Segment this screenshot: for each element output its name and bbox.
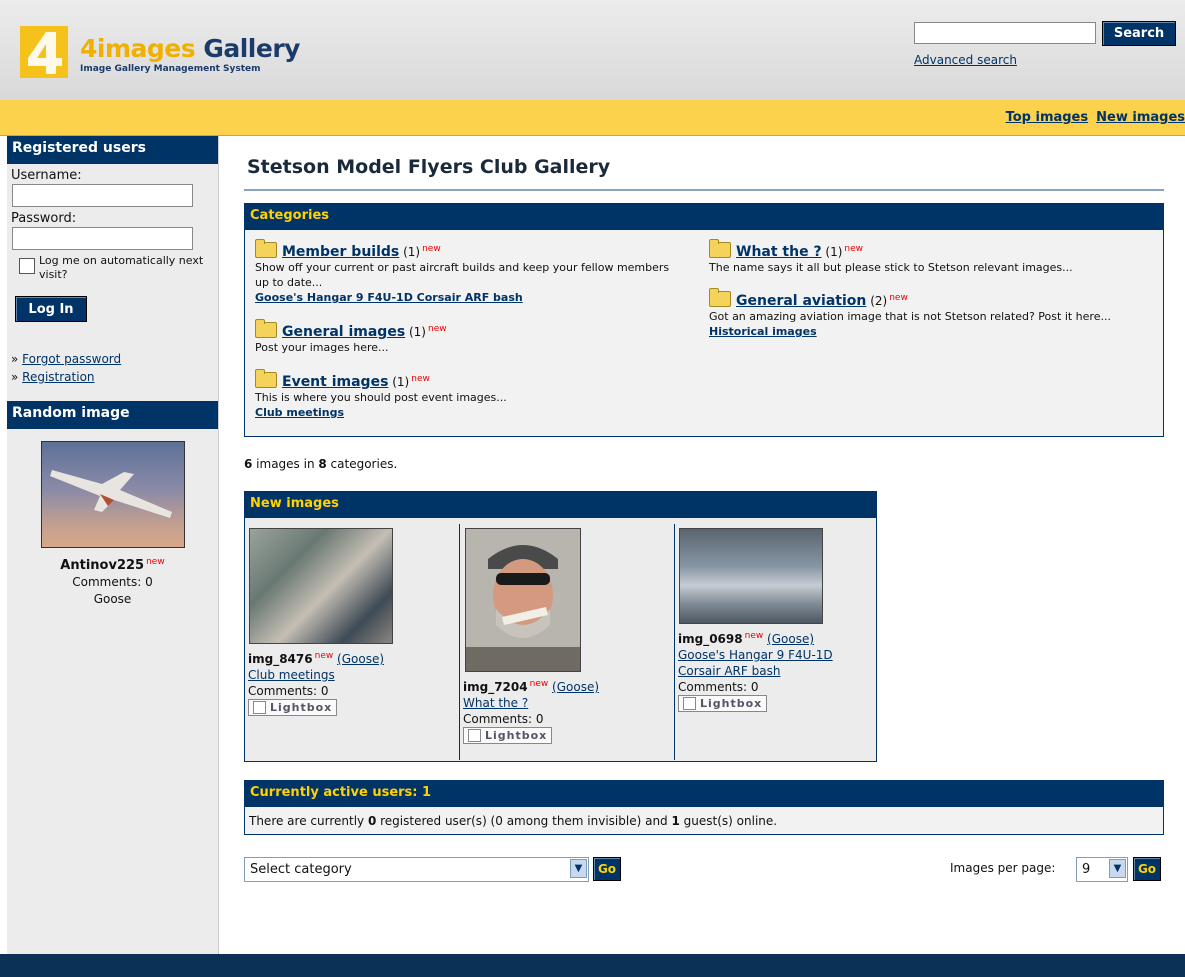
top-links: Top images New images — [998, 110, 1185, 125]
image-thumbnail[interactable] — [249, 528, 393, 644]
checkbox-icon — [253, 701, 266, 714]
categories-heading: Categories — [245, 204, 1163, 230]
footer-bar — [0, 954, 1185, 977]
image-user-link[interactable]: (Goose) — [767, 632, 814, 646]
image-thumbnail[interactable] — [465, 528, 581, 672]
per-page-select[interactable]: 9 ▼ — [1076, 857, 1128, 882]
category-go-button[interactable]: Go — [593, 857, 621, 881]
category-member-builds: Member builds (1) new Show off your curre… — [255, 239, 670, 304]
category-link[interactable]: Event images — [282, 374, 388, 390]
folder-icon — [255, 319, 277, 338]
folder-icon — [255, 239, 277, 258]
random-image-thumbnail[interactable] — [40, 441, 185, 548]
advanced-search-link[interactable]: Advanced search — [914, 53, 1017, 67]
category-link[interactable]: Member builds — [282, 244, 399, 260]
image-category-link-continued[interactable]: Corsair ARF bash — [678, 664, 780, 678]
page-title: Stetson Model Flyers Club Gallery — [247, 156, 611, 178]
image-category-link[interactable]: Goose's Hangar 9 F4U-1D — [678, 648, 833, 662]
image-cell: img_8476 new (Goose) Club meetings Commen… — [245, 524, 460, 760]
subcategory-link[interactable]: Historical images — [709, 325, 817, 338]
checkbox-icon — [468, 729, 481, 742]
image-thumbnail[interactable] — [679, 528, 823, 624]
registered-users-heading: Registered users — [7, 136, 218, 164]
remember-checkbox[interactable] — [19, 258, 35, 274]
username-field[interactable] — [12, 184, 193, 207]
new-badge: new — [146, 557, 165, 567]
logo-subtitle: Image Gallery Management System — [80, 64, 261, 74]
stats-line: 6 images in 8 categories. — [244, 457, 398, 471]
random-image-heading: Random image — [7, 401, 218, 429]
folder-icon — [709, 239, 731, 258]
forgot-password-link[interactable]: Forgot password — [22, 352, 121, 366]
top-images-link[interactable]: Top images — [1006, 110, 1089, 125]
lightbox-button[interactable]: Lightbox — [248, 699, 338, 716]
category-event-images: Event images (1) new This is where you sh… — [255, 369, 507, 419]
image-comments: Comments: 0 — [248, 684, 329, 698]
category-general-aviation: General aviation (2) new Got an amazing a… — [709, 288, 1111, 338]
subcategory-link[interactable]: Club meetings — [255, 406, 344, 419]
lightbox-button[interactable]: Lightbox — [463, 727, 553, 744]
airplane-icon — [49, 470, 172, 518]
active-users-text: There are currently 0 registered user(s)… — [249, 814, 778, 828]
username-label: Username: — [11, 168, 82, 183]
folder-icon — [255, 369, 277, 388]
image-cell: img_7204 new (Goose) What the ? Comments:… — [460, 524, 675, 760]
image-comments: Comments: 0 — [463, 712, 544, 726]
subcategory-link[interactable]: Goose's Hangar 9 F4U-1D Corsair ARF bash — [255, 291, 523, 304]
categories-panel: Categories Member builds (1) new Show off… — [244, 203, 1164, 437]
password-field[interactable] — [12, 227, 193, 250]
per-page-label: Images per page: — [950, 861, 1056, 875]
image-title[interactable]: img_8476 — [248, 652, 313, 666]
login-button[interactable]: Log In — [15, 296, 87, 322]
new-images-heading: New images — [245, 492, 876, 518]
image-cell: img_0698 new (Goose) Goose's Hangar 9 F4U… — [675, 524, 876, 760]
registration-link[interactable]: Registration — [22, 370, 94, 384]
lightbox-button[interactable]: Lightbox — [678, 695, 768, 712]
random-image-name[interactable]: Antinov225 — [60, 558, 144, 573]
image-comments: Comments: 0 — [678, 680, 759, 694]
per-page-go-button[interactable]: Go — [1133, 857, 1161, 881]
image-category-link[interactable]: Club meetings — [248, 668, 335, 682]
image-title[interactable]: img_7204 — [463, 680, 528, 694]
random-image-comments: Comments: 0 — [72, 575, 153, 589]
password-label: Password: — [11, 211, 77, 226]
category-link[interactable]: What the ? — [736, 244, 822, 260]
category-general-images: General images (1) new Post your images h… — [255, 319, 447, 354]
random-image-user: Goose — [93, 592, 132, 606]
gallery-logo-icon — [20, 26, 68, 78]
active-users-heading: Currently active users: 1 — [245, 781, 1163, 807]
site-header: 4images Gallery Image Gallery Management… — [0, 0, 1185, 101]
category-link[interactable]: General aviation — [736, 293, 866, 309]
new-images-link[interactable]: New images — [1096, 110, 1185, 125]
folder-icon — [709, 288, 731, 307]
remember-label: Log me on automatically next visit? — [39, 254, 204, 281]
sidebar: Registered users Username: Password: Log… — [7, 136, 219, 954]
search-button[interactable]: Search — [1102, 21, 1176, 46]
image-category-link[interactable]: What the ? — [463, 696, 528, 710]
search-input[interactable] — [914, 22, 1096, 44]
logo-title: 4images Gallery — [80, 34, 300, 63]
chevron-down-icon: ▼ — [1109, 859, 1126, 878]
active-users-panel: Currently active users: 1 There are curr… — [244, 780, 1164, 835]
checkbox-icon — [683, 697, 696, 710]
image-user-link[interactable]: (Goose) — [337, 652, 384, 666]
title-divider — [244, 189, 1164, 191]
category-what-the: What the ? (1) new The name says it all b… — [709, 239, 1073, 274]
person-photo-icon — [466, 529, 580, 671]
category-select[interactable]: Select category ▼ — [244, 857, 589, 882]
image-title[interactable]: img_0698 — [678, 632, 743, 646]
category-link[interactable]: General images — [282, 324, 405, 340]
chevron-down-icon: ▼ — [570, 859, 587, 878]
image-user-link[interactable]: (Goose) — [552, 680, 599, 694]
